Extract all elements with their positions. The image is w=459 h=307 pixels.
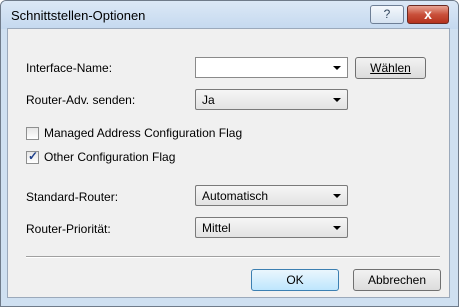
router-adv-select[interactable]: Ja — [195, 89, 348, 110]
separator — [26, 256, 440, 258]
router-priority-select[interactable]: Mittel — [195, 217, 348, 238]
interface-name-combobox[interactable] — [195, 57, 348, 78]
router-priority-label: Router-Priorität: — [26, 222, 111, 236]
cancel-button[interactable]: Abbrechen — [353, 269, 441, 291]
managed-flag-checkbox[interactable] — [26, 127, 39, 140]
standard-router-select[interactable]: Automatisch — [195, 185, 348, 206]
interface-name-label: Interface-Name: — [26, 61, 113, 75]
other-flag-label[interactable]: Other Configuration Flag — [44, 150, 175, 164]
chevron-down-icon — [333, 226, 341, 230]
chevron-down-icon — [333, 66, 341, 70]
router-priority-value: Mittel — [202, 221, 231, 235]
checkmark-icon: ✓ — [28, 149, 39, 163]
router-adv-label: Router-Adv. senden: — [26, 93, 136, 107]
choose-button-label: Wählen — [370, 61, 411, 75]
dialog-content: Interface-Name: Wählen Router-Adv. sende… — [0, 0, 459, 307]
chevron-down-icon — [333, 98, 341, 102]
router-adv-value: Ja — [202, 93, 215, 107]
ok-button[interactable]: OK — [251, 269, 339, 291]
choose-button[interactable]: Wählen — [355, 57, 426, 79]
managed-flag-label[interactable]: Managed Address Configuration Flag — [44, 126, 242, 140]
standard-router-label: Standard-Router: — [26, 190, 119, 204]
standard-router-value: Automatisch — [202, 189, 269, 203]
other-flag-checkbox[interactable]: ✓ — [26, 149, 39, 164]
chevron-down-icon — [333, 194, 341, 198]
